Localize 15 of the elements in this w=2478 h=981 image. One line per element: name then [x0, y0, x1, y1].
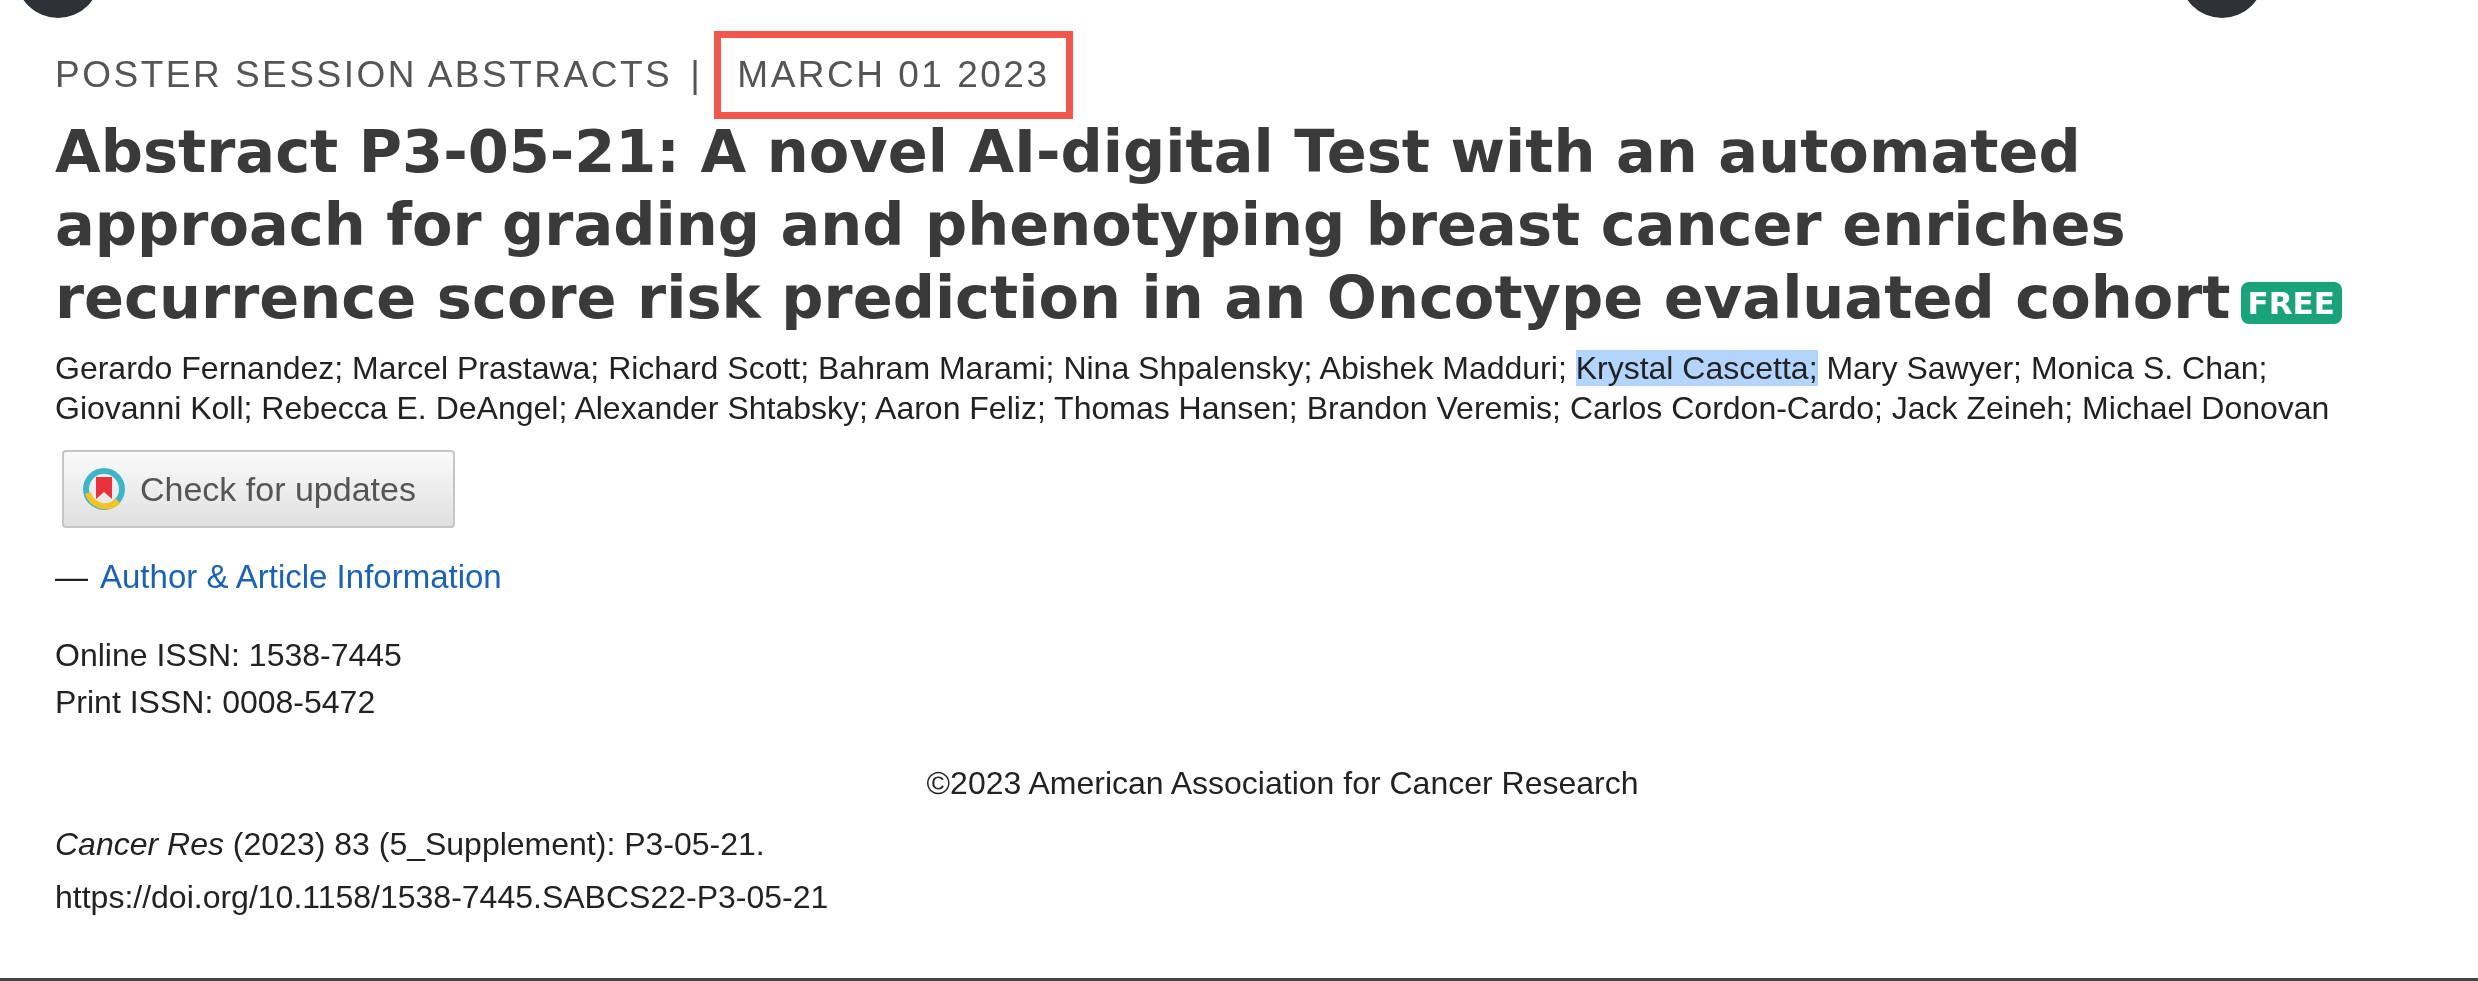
publication-date: MARCH 01 2023: [714, 31, 1073, 119]
doi-link[interactable]: https://doi.org/10.1158/1538-7445.SABCS22-P3-05-21: [55, 879, 829, 915]
copyright-text: ©2023 American Association for Cancer Research: [926, 765, 1639, 801]
citation-text: Cancer Res (2023) 83 (5_Supplement): P3-05-21.: [55, 825, 766, 864]
bookmark-icon: [82, 467, 126, 511]
author-info-link[interactable]: Author & Article Information: [100, 558, 502, 596]
category-label: POSTER SESSION ABSTRACTS: [55, 54, 673, 96]
free-badge: FREE: [2240, 282, 2342, 324]
toggle-icon[interactable]: —: [55, 558, 88, 596]
check-for-updates-button[interactable]: Check for updates: [62, 450, 455, 528]
article-title: Abstract P3-05-21: A novel AI-digital Test with an automated approach for grading and phenotyping breast cancer enriches recurrence score risk prediction in an Oncotype evaluated cohort: [55, 117, 2231, 332]
author-list: Gerardo Fernandez; Marcel Prastawa; Richard Scott; Bahram Marami; Nina Shpalensky; Abishek Madduri; Krystal Cascetta; Mary Sawyer; Monica S. Chan; Giovanni Koll; Rebecca E. DeAngel; Alexander Shtabsky; Aaron Feliz; Thomas Hansen; Brandon Veremis; Carlos Cordon-Cardo; Jack Zeineh; Michael Donovan: [55, 348, 2365, 428]
separator: |: [690, 54, 703, 96]
issn-text: Online ISSN: 1538-7445: [55, 636, 403, 675]
issn-text: Print ISSN: 0008-5472: [55, 683, 377, 722]
